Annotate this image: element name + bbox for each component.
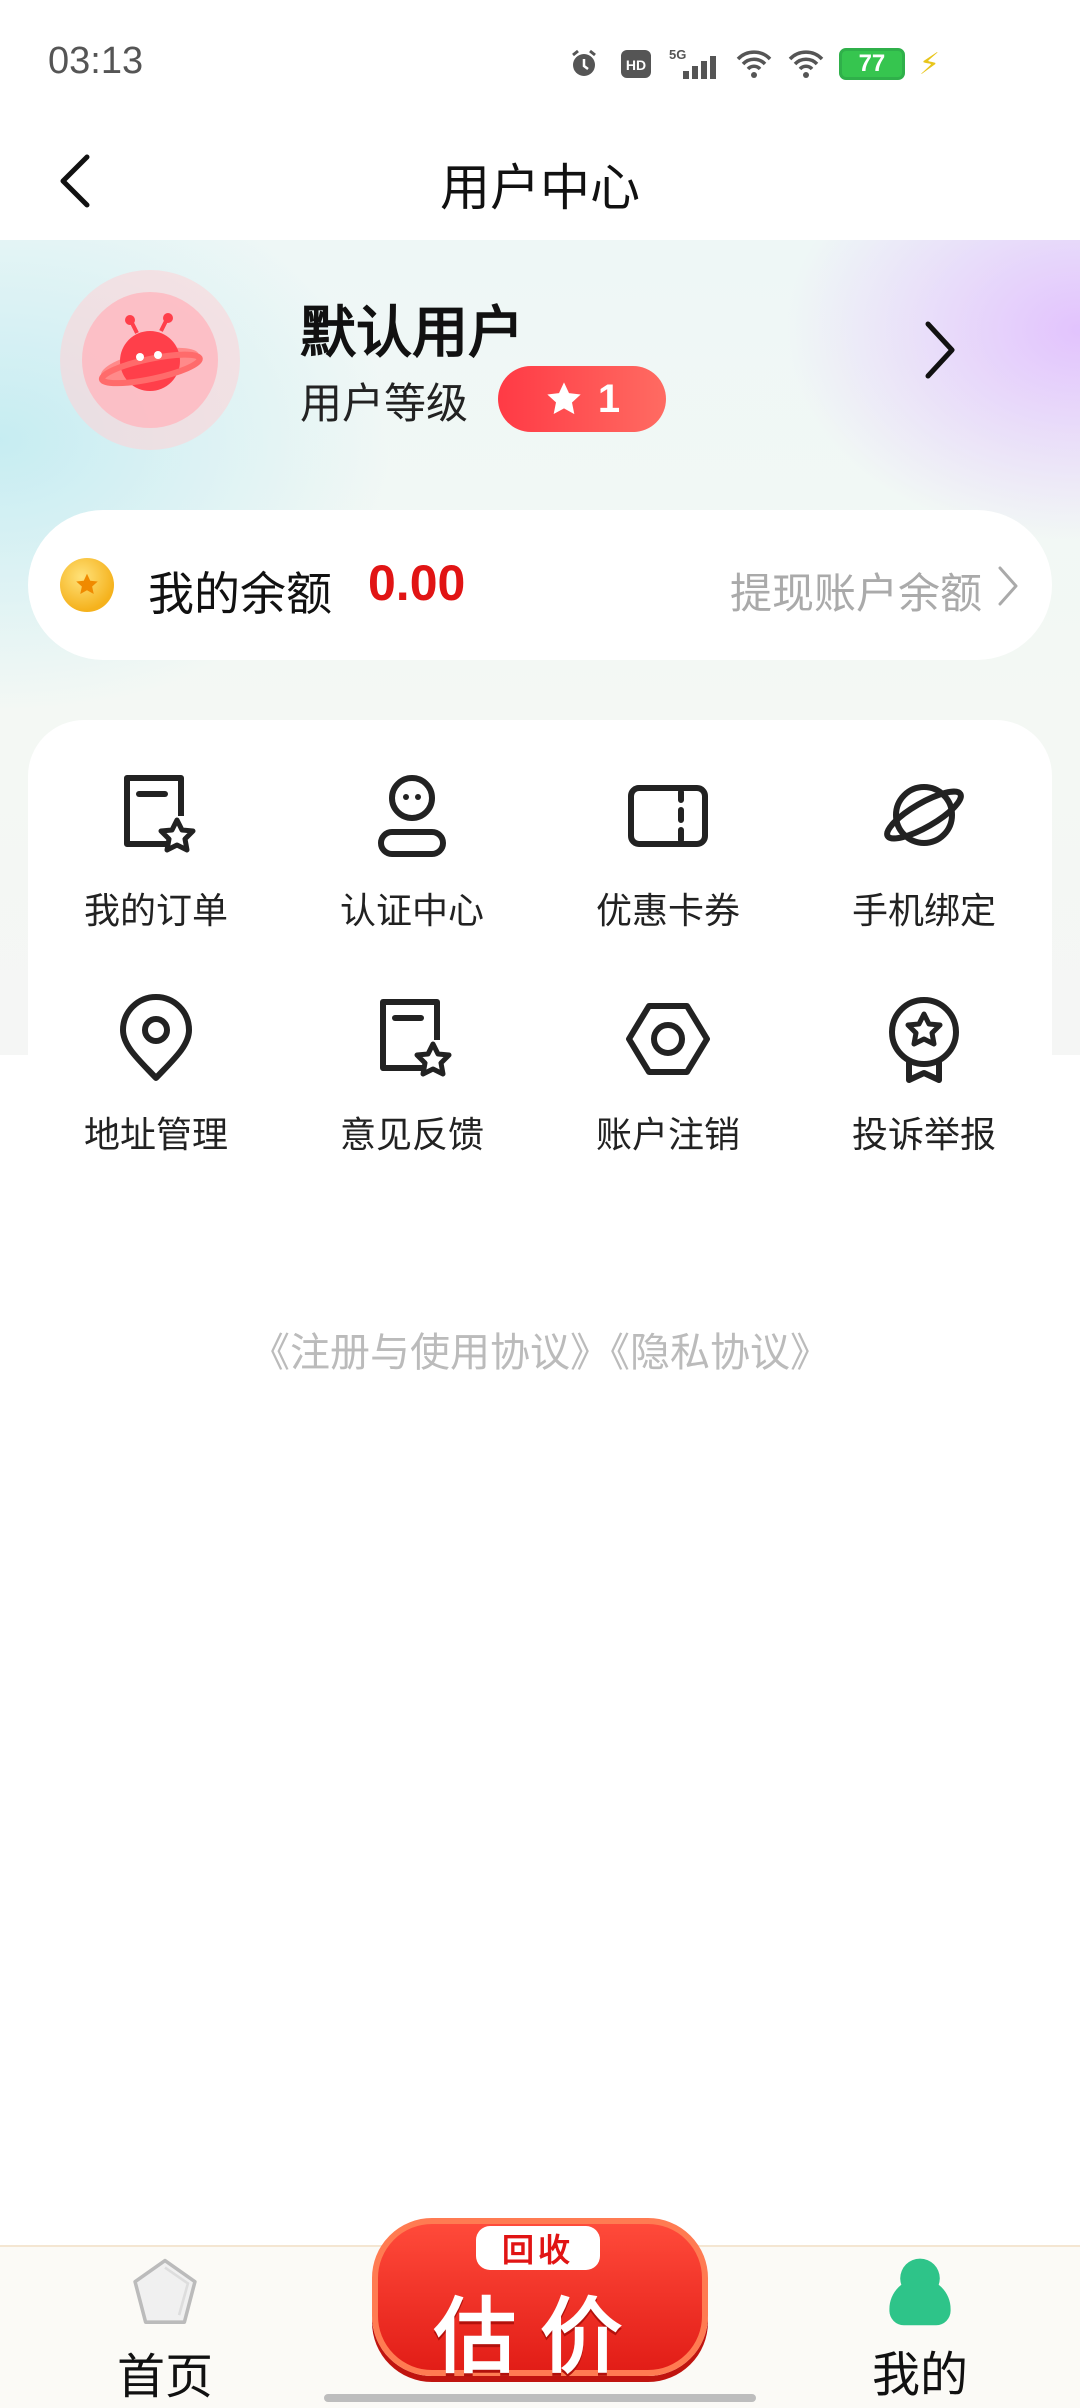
star-icon — [547, 382, 581, 415]
tab-mine[interactable]: 我的 — [855, 2255, 985, 2405]
status-bar: 03:13 HD 5G 77 ⚡ — [0, 0, 1080, 120]
menu-label: 我的订单 — [83, 891, 228, 932]
menu-label: 地址管理 — [83, 1115, 228, 1156]
tab-home-label: 首页 — [116, 2349, 213, 2405]
location-pin-icon — [111, 994, 201, 1084]
level-badge: 1 — [498, 366, 666, 432]
ticket-icon — [623, 770, 713, 860]
page-title: 用户中心 — [440, 159, 640, 217]
wifi-plus-icon — [735, 47, 773, 81]
level-number: 1 — [597, 376, 621, 421]
award-badge-icon — [879, 994, 969, 1084]
user-name[interactable]: 默认用户 — [300, 288, 524, 369]
status-icons: HD 5G 77 ⚡ — [565, 44, 940, 84]
balance-card: 我的余额 0.00 提现账户余额 — [28, 510, 1052, 660]
coin-icon — [60, 558, 114, 612]
person-icon — [367, 770, 457, 860]
menu-label: 认证中心 — [339, 891, 484, 932]
chevron-right-icon — [998, 566, 1018, 606]
menu-label: 意见反馈 — [339, 1115, 484, 1156]
hexagon-nut-icon — [623, 994, 713, 1084]
menu-label: 账户注销 — [595, 1115, 740, 1156]
user-profile-icon — [889, 2258, 951, 2326]
profile-detail-button[interactable] — [910, 310, 970, 390]
withdraw-arrow[interactable] — [988, 558, 1028, 614]
menu-item-account-deletion[interactable]: 账户注销 — [540, 974, 796, 1198]
network-type: 5G — [669, 47, 686, 62]
order-star-icon — [111, 770, 201, 860]
avatar[interactable] — [60, 270, 240, 450]
tab-mine-label: 我的 — [871, 2347, 968, 2403]
withdraw-link[interactable]: 提现账户余额 — [730, 560, 982, 621]
hd-icon: HD — [617, 47, 655, 81]
wifi-icon — [787, 47, 825, 81]
menu-item-address[interactable]: 地址管理 — [28, 974, 284, 1198]
charging-bolt-icon: ⚡ — [918, 46, 940, 82]
menu-item-feedback[interactable]: 意见反馈 — [284, 974, 540, 1198]
menu-label: 手机绑定 — [851, 891, 996, 932]
user-level-label: 用户等级 — [300, 379, 469, 428]
alarm-icon — [565, 47, 603, 81]
estimate-tag: 回收 — [476, 2226, 600, 2270]
svg-text:HD: HD — [626, 57, 646, 73]
estimate-label: 估价 — [433, 2290, 646, 2385]
menu-item-coupons[interactable]: 优惠卡券 — [540, 750, 796, 974]
menu-grid: 我的订单 认证中心 优惠卡券 手机绑定 地址管理 意见反馈 账户注销 投诉举报 — [28, 750, 1052, 1198]
feedback-star-icon — [367, 994, 457, 1084]
home-icon — [133, 2258, 197, 2324]
balance-amount: 0.00 — [368, 555, 466, 611]
status-time: 03:13 — [48, 40, 144, 82]
menu-item-my-orders[interactable]: 我的订单 — [28, 750, 284, 974]
menu-item-verification[interactable]: 认证中心 — [284, 750, 540, 974]
home-indicator — [324, 2394, 756, 2402]
tab-home[interactable]: 首页 — [100, 2257, 230, 2407]
menu-item-complaint[interactable]: 投诉举报 — [796, 974, 1052, 1198]
app-header: 用户中心 — [0, 120, 1080, 240]
menu-card: 我的订单 认证中心 优惠卡券 手机绑定 地址管理 意见反馈 账户注销 投诉举报 — [28, 720, 1052, 1170]
battery-indicator: 77 — [838, 48, 905, 80]
planet-icon — [879, 770, 969, 860]
planet-mascot-icon — [98, 313, 203, 391]
balance-label: 我的余额 — [148, 567, 332, 621]
menu-item-phone-binding[interactable]: 手机绑定 — [796, 750, 1052, 974]
menu-label: 优惠卡券 — [595, 891, 740, 932]
menu-label: 投诉举报 — [851, 1115, 996, 1156]
cellular-signal-icon: 5G — [669, 47, 721, 81]
agreements-links[interactable]: 《注册与使用协议》《隐私协议》 — [0, 1320, 1080, 1378]
chevron-right-icon — [925, 321, 955, 379]
recycle-estimate-button[interactable]: 回收 估价 — [372, 2218, 708, 2385]
